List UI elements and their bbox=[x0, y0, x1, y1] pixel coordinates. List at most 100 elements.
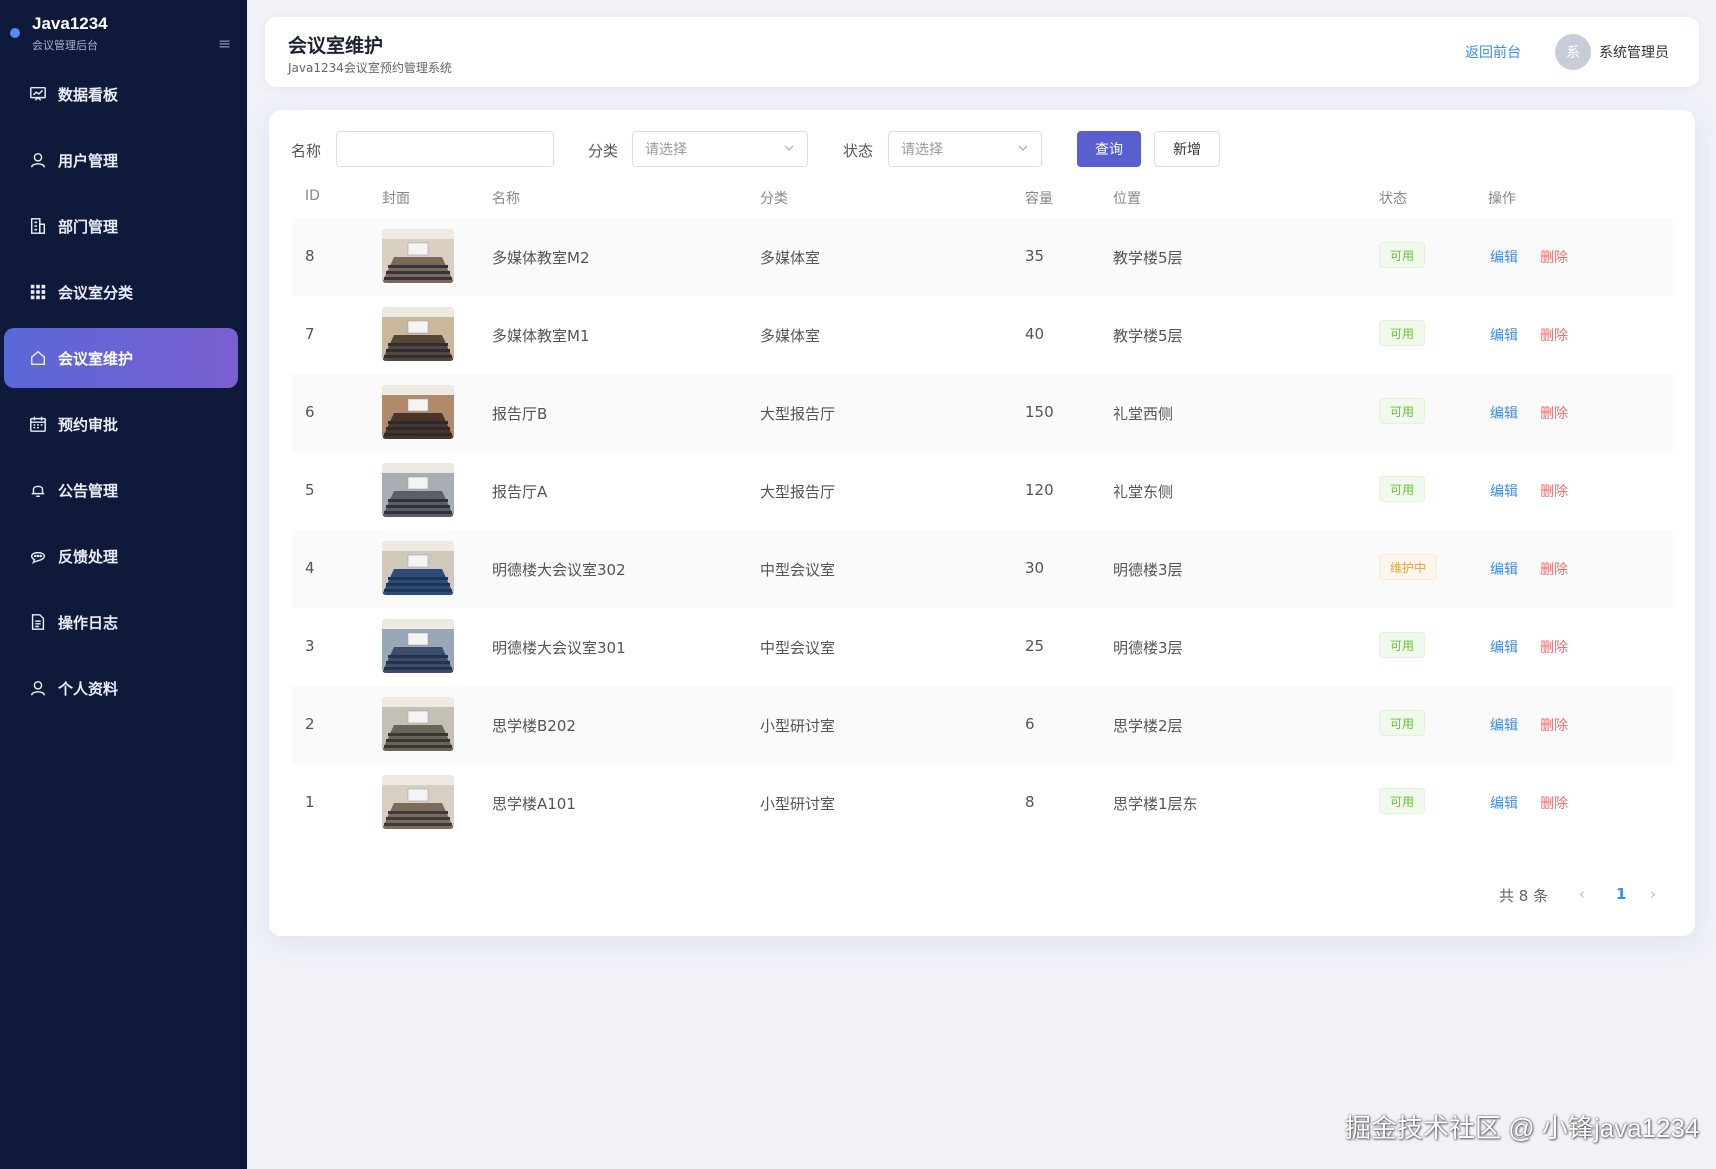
sidebar-item-label: 部门管理 bbox=[58, 217, 119, 236]
cell-id: 8 bbox=[305, 247, 315, 265]
table-row: 2 思学楼B202 小型研讨室 6 思学楼2层 可用 编辑 删除 bbox=[292, 686, 1673, 764]
edit-button[interactable]: 编辑 bbox=[1490, 637, 1518, 657]
cell-category: 小型研讨室 bbox=[760, 795, 836, 813]
col-status: 状态 bbox=[1379, 191, 1407, 207]
main-panel: 名称 分类 请选择 状态 请选择 查询 新增 ID 封面 名称 分类 容量 位置… bbox=[269, 110, 1695, 936]
cell-capacity: 25 bbox=[1025, 637, 1045, 655]
sidebar-item-3[interactable]: 会议室分类 bbox=[4, 262, 238, 322]
brand-title: Java1234 bbox=[32, 14, 108, 33]
sidebar-item-label: 预约审批 bbox=[58, 415, 119, 434]
prev-page-button[interactable]: ‹ bbox=[1579, 885, 1585, 903]
sidebar-item-1[interactable]: 用户管理 bbox=[4, 130, 238, 190]
sidebar-item-4[interactable]: 会议室维护 bbox=[4, 328, 238, 388]
cell-location: 礼堂东侧 bbox=[1113, 483, 1174, 501]
cell-location: 明德楼3层 bbox=[1113, 639, 1183, 657]
back-to-frontend-link[interactable]: 返回前台 bbox=[1465, 42, 1521, 62]
delete-button[interactable]: 删除 bbox=[1540, 793, 1568, 813]
cell-category: 多媒体室 bbox=[760, 327, 821, 345]
cell-id: 2 bbox=[305, 715, 315, 733]
col-name: 名称 bbox=[492, 191, 520, 207]
add-button[interactable]: 新增 bbox=[1154, 131, 1220, 167]
watermark: 掘金技术社区 @ 小锋java1234 bbox=[1345, 1113, 1700, 1143]
delete-button[interactable]: 删除 bbox=[1540, 715, 1568, 735]
delete-button[interactable]: 删除 bbox=[1540, 559, 1568, 579]
sidebar-item-label: 数据看板 bbox=[58, 85, 119, 104]
edit-button[interactable]: 编辑 bbox=[1490, 793, 1518, 813]
sidebar-item-6[interactable]: 公告管理 bbox=[4, 460, 238, 520]
status-filter-select[interactable]: 请选择 bbox=[888, 131, 1042, 167]
cell-name: 明德楼大会议室302 bbox=[492, 561, 626, 579]
edit-button[interactable]: 编辑 bbox=[1490, 559, 1518, 579]
table-body: 8 多媒体教室M2 多媒体室 35 教学楼5层 可用 编辑 删除 7 多媒体教室M1 多媒体室 40 教… bbox=[292, 218, 1673, 842]
page-header: 会议室维护 Java1234会议室预约管理系统 返回前台 系 系统管理员 bbox=[265, 17, 1699, 87]
room-cover-image bbox=[382, 463, 454, 517]
col-id: ID bbox=[305, 188, 320, 204]
query-button[interactable]: 查询 bbox=[1077, 131, 1141, 167]
sidebar-nav: 数据看板用户管理部门管理会议室分类会议室维护预约审批公告管理反馈处理操作日志个人… bbox=[0, 64, 247, 724]
cell-name: 明德楼大会议室301 bbox=[492, 639, 626, 657]
home-icon bbox=[28, 348, 48, 368]
table-row: 1 思学楼A101 小型研讨室 8 思学楼1层东 可用 编辑 删除 bbox=[292, 764, 1673, 842]
page-subtitle: Java1234会议室预约管理系统 bbox=[288, 61, 452, 75]
chevron-down-icon bbox=[1018, 145, 1028, 151]
next-page-button[interactable]: › bbox=[1650, 885, 1656, 903]
user-name[interactable]: 系统管理员 bbox=[1599, 42, 1669, 62]
cell-capacity: 30 bbox=[1025, 559, 1045, 577]
sidebar-item-label: 公告管理 bbox=[58, 481, 119, 500]
delete-button[interactable]: 删除 bbox=[1540, 637, 1568, 657]
cell-name: 多媒体教室M2 bbox=[492, 249, 590, 267]
room-cover-image bbox=[382, 307, 454, 361]
cell-location: 教学楼5层 bbox=[1113, 249, 1183, 267]
table-row: 6 报告厅B 大型报告厅 150 礼堂西侧 可用 编辑 删除 bbox=[292, 374, 1673, 452]
category-filter-select[interactable]: 请选择 bbox=[632, 131, 808, 167]
delete-button[interactable]: 删除 bbox=[1540, 247, 1568, 267]
cell-location: 思学楼2层 bbox=[1113, 717, 1183, 735]
calendar-icon bbox=[28, 414, 48, 434]
page-1-button[interactable]: 1 bbox=[1616, 885, 1626, 903]
table-row: 4 明德楼大会议室302 中型会议室 30 明德楼3层 维护中 编辑 删除 bbox=[292, 530, 1673, 608]
delete-button[interactable]: 删除 bbox=[1540, 325, 1568, 345]
cell-id: 6 bbox=[305, 403, 315, 421]
status-placeholder: 请选择 bbox=[901, 142, 943, 158]
sidebar-item-label: 会议室维护 bbox=[58, 349, 134, 368]
cell-category: 中型会议室 bbox=[760, 561, 836, 579]
sidebar-item-8[interactable]: 操作日志 bbox=[4, 592, 238, 652]
cell-capacity: 150 bbox=[1025, 403, 1054, 421]
cell-location: 思学楼1层东 bbox=[1113, 795, 1198, 813]
sidebar-item-label: 操作日志 bbox=[58, 613, 119, 632]
cell-location: 明德楼3层 bbox=[1113, 561, 1183, 579]
edit-button[interactable]: 编辑 bbox=[1490, 325, 1518, 345]
sidebar-item-0[interactable]: 数据看板 bbox=[4, 64, 238, 124]
pagination-total: 共 8 条 bbox=[1499, 887, 1549, 905]
edit-button[interactable]: 编辑 bbox=[1490, 715, 1518, 735]
cell-category: 小型研讨室 bbox=[760, 717, 836, 735]
sidebar-item-9[interactable]: 个人资料 bbox=[4, 658, 238, 718]
edit-button[interactable]: 编辑 bbox=[1490, 403, 1518, 423]
cell-id: 5 bbox=[305, 481, 315, 499]
cell-capacity: 8 bbox=[1025, 793, 1035, 811]
cell-category: 中型会议室 bbox=[760, 639, 836, 657]
name-filter-label: 名称 bbox=[291, 142, 322, 160]
edit-button[interactable]: 编辑 bbox=[1490, 481, 1518, 501]
table-row: 5 报告厅A 大型报告厅 120 礼堂东侧 可用 编辑 删除 bbox=[292, 452, 1673, 530]
sidebar: Java1234 会议管理后台 ≡ 数据看板用户管理部门管理会议室分类会议室维护… bbox=[0, 0, 247, 1169]
brand-subtitle: 会议管理后台 bbox=[32, 39, 98, 52]
status-badge: 可用 bbox=[1379, 632, 1426, 658]
col-category: 分类 bbox=[760, 191, 788, 207]
room-cover-image bbox=[382, 619, 454, 673]
sidebar-item-7[interactable]: 反馈处理 bbox=[4, 526, 238, 586]
avatar[interactable]: 系 bbox=[1555, 34, 1591, 70]
delete-button[interactable]: 删除 bbox=[1540, 403, 1568, 423]
name-filter-input[interactable] bbox=[336, 131, 554, 167]
cell-name: 报告厅B bbox=[492, 405, 548, 423]
col-cover: 封面 bbox=[382, 191, 410, 207]
cell-name: 多媒体教室M1 bbox=[492, 327, 590, 345]
sidebar-item-5[interactable]: 预约审批 bbox=[4, 394, 238, 454]
edit-button[interactable]: 编辑 bbox=[1490, 247, 1518, 267]
menu-toggle-icon[interactable]: ≡ bbox=[218, 34, 231, 53]
status-badge: 可用 bbox=[1379, 788, 1426, 814]
delete-button[interactable]: 删除 bbox=[1540, 481, 1568, 501]
table-header: ID 封面 名称 分类 容量 位置 状态 操作 bbox=[292, 176, 1673, 218]
sidebar-item-2[interactable]: 部门管理 bbox=[4, 196, 238, 256]
category-filter-label: 分类 bbox=[588, 142, 619, 160]
